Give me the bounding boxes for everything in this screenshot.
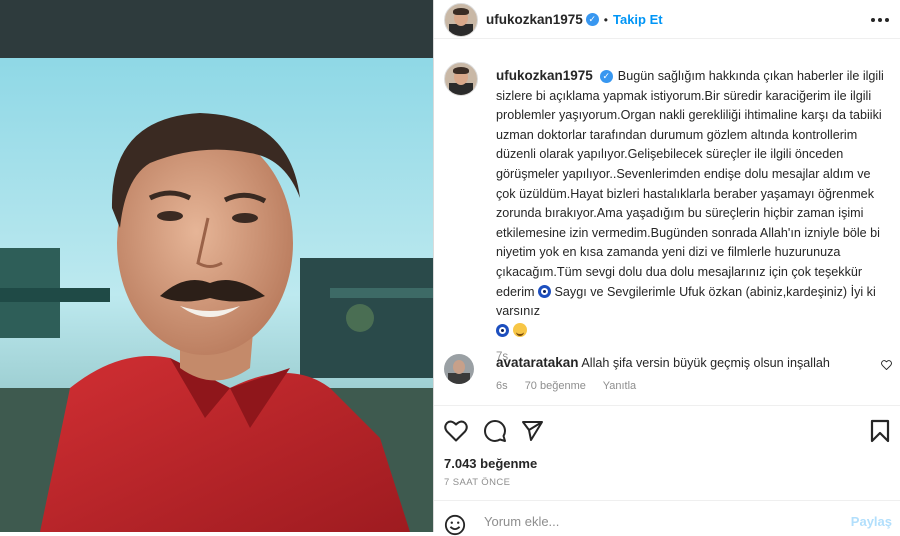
- caption-username[interactable]: ufukozkan1975: [496, 68, 593, 83]
- image-top-band: [0, 0, 433, 58]
- post-caption: ufukozkan1975 ✓ Bugün sağlığım hakkında çı…: [496, 66, 891, 368]
- comment-meta: 6s 70 beğenme Yanıtla: [496, 380, 650, 392]
- comment-input-bar: Paylaş: [434, 500, 900, 536]
- commenter-username[interactable]: avataratakan: [496, 355, 579, 370]
- comment-like-heart-icon[interactable]: [881, 360, 892, 373]
- more-options-icon[interactable]: [870, 10, 890, 28]
- caption-author-avatar[interactable]: [444, 62, 478, 96]
- caption-verified-badge-icon: ✓: [599, 70, 613, 84]
- like-count[interactable]: 7.043 beğenme: [444, 456, 537, 471]
- comment-text: Allah şifa versin büyük geçmiş olsun inş…: [581, 356, 830, 370]
- post-comment-button[interactable]: Paylaş: [851, 514, 892, 529]
- post-time: 7 SAAT ÖNCE: [444, 477, 511, 488]
- like-heart-icon[interactable]: [444, 420, 468, 442]
- post-header: ufukozkan1975 ✓ • Takip Et: [434, 0, 900, 39]
- action-bar: [434, 405, 900, 456]
- nazar-emoji-icon: [538, 284, 551, 298]
- verified-badge-icon: ✓: [585, 13, 599, 27]
- author-username[interactable]: ufukozkan1975: [486, 12, 583, 27]
- reply-button[interactable]: Yanıtla: [603, 380, 636, 392]
- comment-input[interactable]: [482, 513, 826, 530]
- caption-signature: Saygı ve Sevgilerimle Ufuk özkan (abiniz…: [496, 284, 876, 319]
- comment-bubble-icon[interactable]: [483, 419, 507, 443]
- smile-emoji-icon: [512, 322, 527, 337]
- comment-likes[interactable]: 70 beğenme: [525, 380, 586, 392]
- follow-button[interactable]: Takip Et: [613, 12, 663, 27]
- man-in-red-shirt-photo: [0, 58, 433, 532]
- emoji-picker-icon[interactable]: [444, 514, 466, 536]
- comment-age: 6s: [496, 380, 508, 392]
- post-image[interactable]: [0, 0, 433, 532]
- comment: avataratakan Allah şifa versin büyük geç…: [496, 354, 830, 372]
- nazar-emoji-icon-2: [496, 323, 509, 337]
- caption-text: Bugün sağlığım hakkında çıkan haberler i…: [496, 69, 884, 299]
- post-side-panel: ufukozkan1975 ✓ • Takip Et ufukozkan1975 ✓ Bu…: [434, 0, 900, 536]
- author-avatar[interactable]: [444, 3, 478, 37]
- commenter-avatar[interactable]: [444, 354, 474, 384]
- share-paper-plane-icon[interactable]: [520, 419, 544, 443]
- save-bookmark-icon[interactable]: [870, 419, 890, 443]
- separator-dot: •: [603, 13, 608, 27]
